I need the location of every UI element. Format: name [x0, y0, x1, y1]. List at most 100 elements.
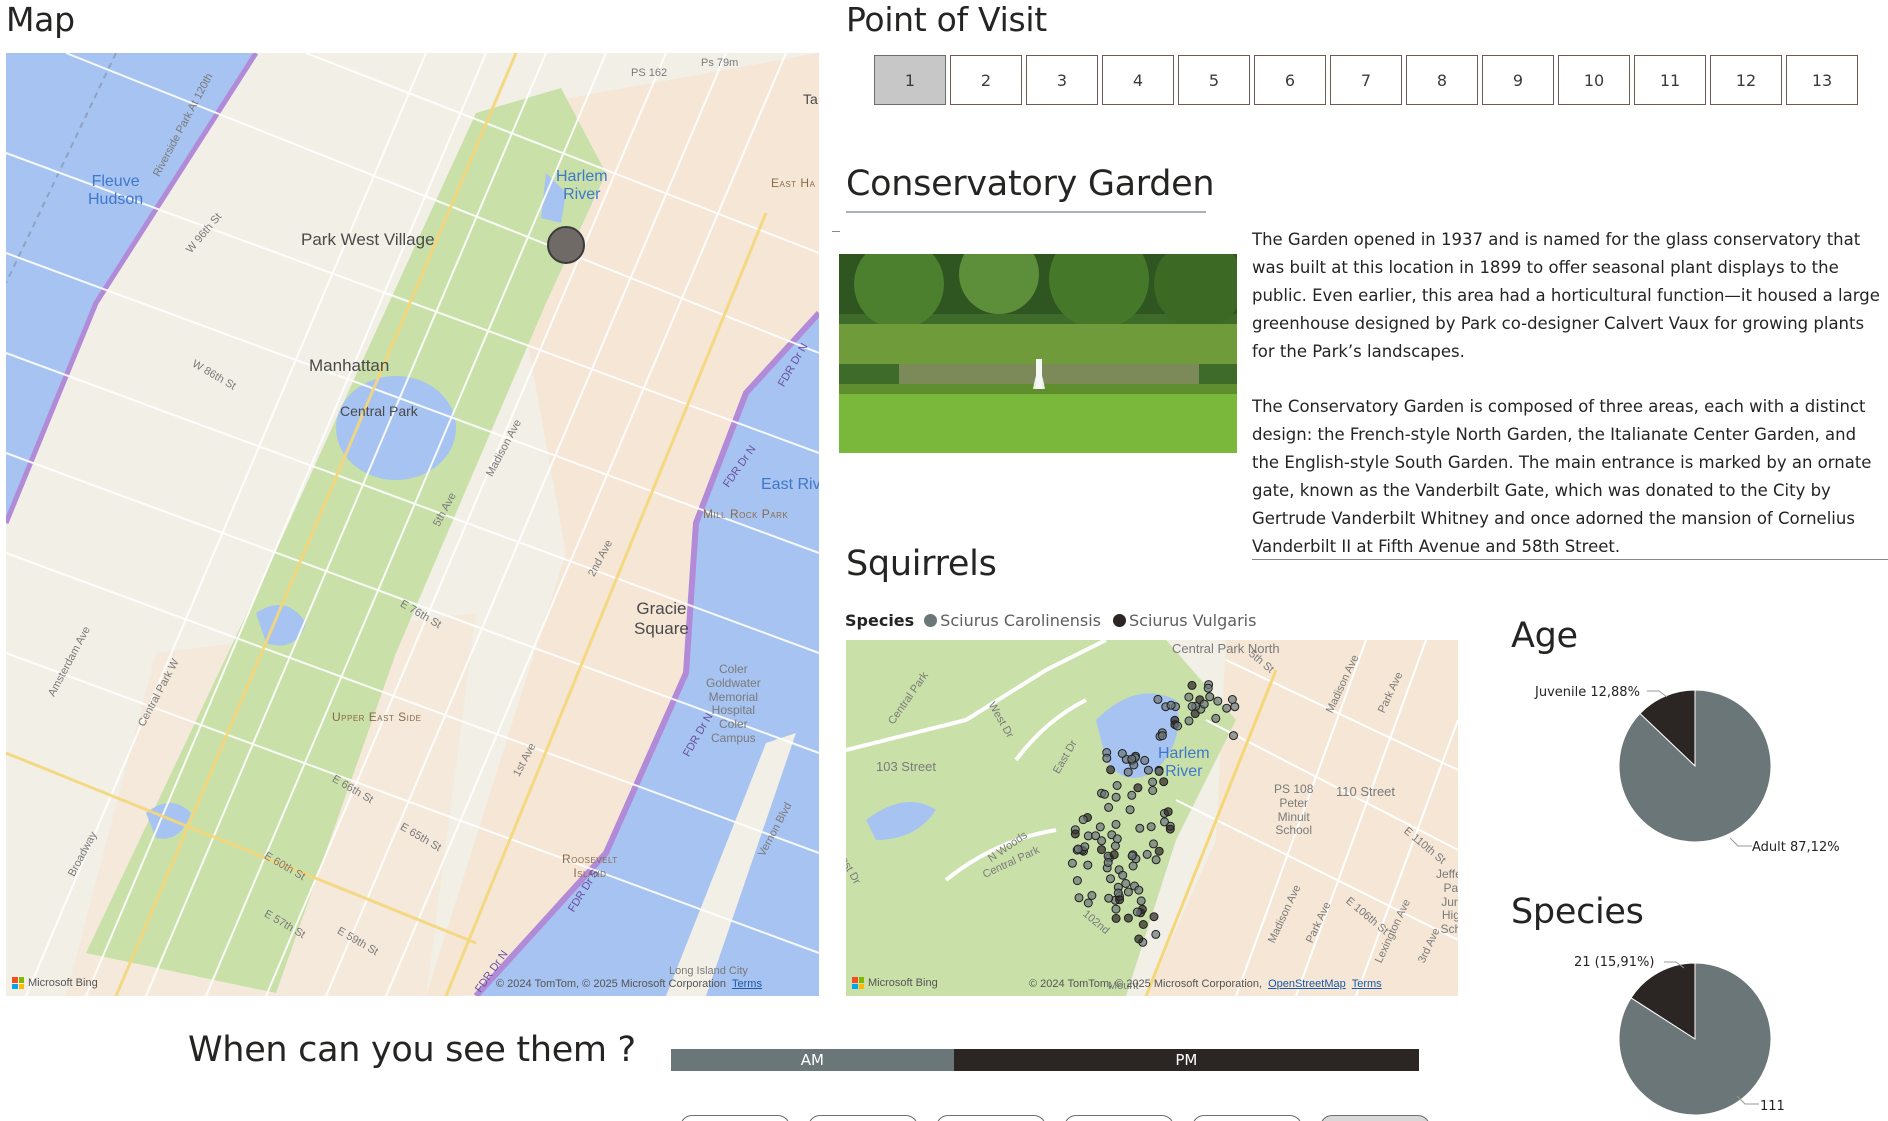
squirrel-sighting-point[interactable]	[1102, 753, 1112, 763]
squirrel-sighting-point[interactable]	[1104, 893, 1114, 903]
squirrel-sighting-point[interactable]	[1110, 841, 1120, 851]
squirrel-sighting-point[interactable]	[1184, 692, 1194, 702]
squirrel-sighting-point[interactable]	[1132, 907, 1142, 917]
squirrel-sighting-point[interactable]	[1173, 721, 1183, 731]
squirrel-sighting-point[interactable]	[1073, 844, 1083, 854]
squirrel-sighting-point[interactable]	[1149, 839, 1158, 849]
squirrel-sighting-point[interactable]	[1134, 885, 1144, 895]
squirrel-sighting-point[interactable]	[1160, 817, 1169, 827]
squirrel-sighting-point[interactable]	[1070, 829, 1080, 839]
visit-button-4[interactable]: 4	[1102, 55, 1174, 105]
squirrel-sighting-point[interactable]	[1097, 845, 1106, 855]
squirrel-sighting-point[interactable]	[1222, 703, 1232, 713]
squirrel-sighting-point[interactable]	[1149, 912, 1159, 922]
squirrel-sighting-point[interactable]	[1103, 858, 1113, 867]
squirrel-sighting-point[interactable]	[1067, 858, 1077, 868]
legend-item-carolinensis[interactable]: Sciurus Carolinensis	[924, 611, 1101, 630]
map-terms-link[interactable]: Terms	[732, 978, 762, 990]
squirrel-sighting-point[interactable]	[1078, 815, 1088, 825]
squirrel-sighting-point[interactable]	[1148, 786, 1158, 795]
visit-button-5[interactable]: 5	[1178, 55, 1250, 105]
squirrel-sighting-point[interactable]	[1134, 934, 1144, 944]
overview-map[interactable]: Fleuve Hudson Park West Village Manhatta…	[6, 53, 819, 996]
squirrel-sighting-point[interactable]	[1213, 696, 1223, 706]
visit-button-8[interactable]: 8	[1406, 55, 1478, 105]
squirrel-sighting-point[interactable]	[1095, 822, 1105, 832]
squirrel-sighting-point[interactable]	[1133, 783, 1143, 793]
squirrel-sighting-point[interactable]	[1140, 755, 1150, 765]
bottom-button-2[interactable]	[808, 1115, 918, 1121]
squirrel-sighting-point[interactable]	[1127, 790, 1137, 800]
squirrel-sighting-point[interactable]	[1163, 807, 1173, 817]
visit-button-1[interactable]: 1	[874, 55, 946, 105]
squirrel-map[interactable]: Central Park North Harlem River 103 Stre…	[846, 640, 1458, 996]
squirrel-sighting-point[interactable]	[1205, 692, 1215, 702]
squirrel-sighting-point[interactable]	[1100, 789, 1110, 799]
squirrel-sighting-point[interactable]	[1106, 874, 1115, 884]
squirrel-sighting-point[interactable]	[1135, 823, 1145, 833]
squirrel-sighting-point[interactable]	[1146, 822, 1156, 832]
squirrel-sighting-point[interactable]	[1083, 831, 1093, 841]
squirrel-sighting-point[interactable]	[1165, 824, 1175, 834]
squirrel-sighting-point[interactable]	[1115, 895, 1125, 905]
species-pie-chart[interactable]	[1605, 957, 1795, 1121]
squirrel-sighting-point[interactable]	[1143, 765, 1153, 775]
squirrel-terms-link[interactable]: Terms	[1352, 978, 1382, 990]
squirrel-sighting-point[interactable]	[1166, 700, 1176, 710]
squirrel-sighting-point[interactable]	[1072, 876, 1082, 886]
squirrel-sighting-point[interactable]	[1154, 846, 1164, 856]
visit-button-12[interactable]: 12	[1710, 55, 1782, 105]
squirrel-sighting-point[interactable]	[1111, 819, 1121, 829]
squirrel-sighting-point[interactable]	[1157, 731, 1167, 741]
squirrel-sighting-point[interactable]	[1074, 893, 1084, 903]
am-segment[interactable]: AM	[671, 1049, 954, 1071]
squirrel-sighting-point[interactable]	[1187, 701, 1197, 711]
squirrel-sighting-point[interactable]	[1083, 898, 1093, 908]
visit-button-9[interactable]: 9	[1482, 55, 1554, 105]
squirrel-sighting-point[interactable]	[1123, 913, 1133, 923]
squirrel-sighting-point[interactable]	[1118, 870, 1128, 880]
bottom-button-5[interactable]	[1192, 1115, 1302, 1121]
bottom-button-4[interactable]	[1064, 1115, 1174, 1121]
pm-segment[interactable]: PM	[953, 1049, 1419, 1071]
squirrel-sighting-point[interactable]	[1136, 896, 1146, 906]
squirrel-sighting-point[interactable]	[1123, 887, 1133, 897]
squirrel-sighting-point[interactable]	[1128, 861, 1138, 871]
squirrel-sighting-point[interactable]	[1148, 777, 1158, 787]
squirrel-sighting-point[interactable]	[1083, 860, 1093, 870]
squirrel-sighting-point[interactable]	[1151, 855, 1161, 865]
visit-button-10[interactable]: 10	[1558, 55, 1630, 105]
visit-button-11[interactable]: 11	[1634, 55, 1706, 105]
squirrel-sighting-point[interactable]	[1187, 680, 1197, 690]
squirrel-sighting-point[interactable]	[1125, 805, 1135, 815]
squirrel-sighting-point[interactable]	[1184, 716, 1194, 726]
squirrel-sighting-point[interactable]	[1229, 731, 1238, 741]
squirrel-sighting-point[interactable]	[1151, 929, 1161, 939]
visit-button-13[interactable]: 13	[1786, 55, 1858, 105]
squirrel-sighting-point[interactable]	[1112, 781, 1122, 790]
legend-item-vulgaris[interactable]: Sciurus Vulgaris	[1112, 611, 1256, 630]
visit-button-2[interactable]: 2	[950, 55, 1022, 105]
squirrel-sighting-point[interactable]	[1127, 851, 1137, 861]
bottom-button-6[interactable]	[1320, 1115, 1430, 1121]
squirrel-sighting-point[interactable]	[1117, 749, 1127, 758]
squirrel-sighting-point[interactable]	[1138, 920, 1148, 929]
squirrel-sighting-point[interactable]	[1127, 754, 1137, 764]
squirrel-sighting-point[interactable]	[1211, 713, 1221, 723]
squirrel-sighting-point[interactable]	[1111, 904, 1121, 914]
squirrel-sighting-point[interactable]	[1123, 767, 1133, 777]
squirrel-sighting-point[interactable]	[1227, 695, 1237, 704]
squirrel-sighting-point[interactable]	[1153, 694, 1163, 704]
squirrel-sighting-point[interactable]	[1111, 792, 1121, 802]
bottom-button-1[interactable]	[680, 1115, 790, 1121]
squirrel-sighting-point[interactable]	[1087, 891, 1097, 900]
bottom-button-3[interactable]	[936, 1115, 1046, 1121]
squirrel-sighting-point[interactable]	[1104, 802, 1114, 812]
squirrel-sighting-point[interactable]	[1106, 765, 1116, 775]
squirrel-sighting-point[interactable]	[1091, 831, 1101, 841]
squirrel-sighting-point[interactable]	[1142, 849, 1152, 859]
squirrel-sighting-point[interactable]	[1121, 879, 1131, 888]
openstreetmap-link[interactable]: OpenStreetMap	[1268, 978, 1346, 990]
visit-button-6[interactable]: 6	[1254, 55, 1326, 105]
squirrel-sighting-point[interactable]	[1199, 699, 1209, 709]
